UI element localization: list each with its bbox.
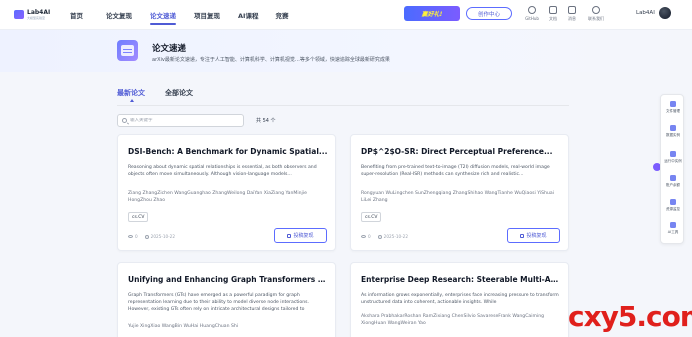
paper-title[interactable]: DP$^2$O-SR: Direct Perceptual Preference…	[361, 147, 561, 156]
paper-authors: Yujie XingXiao WangBin WuHai HuangChuan …	[128, 324, 239, 329]
toolbar-item-running-instances[interactable]: 运行中实例	[661, 151, 685, 171]
ai-tool-icon	[670, 222, 676, 228]
paper-category-tag[interactable]: cs.CV	[361, 212, 382, 222]
tab-all-papers[interactable]: 全部论文	[165, 88, 193, 98]
creator-center-button[interactable]: 创作中心	[466, 7, 512, 20]
paper-meta: 0 2025-10-22	[361, 234, 408, 239]
publish-date: 2025-10-22	[383, 234, 409, 239]
nav-item-paper-reproduction[interactable]: 论文复现	[106, 0, 132, 30]
contribute-label: 投稿复现	[293, 233, 314, 239]
paper-abstract: Graph Transformers (GTs) have emerged as…	[128, 293, 310, 312]
paper-abstract: Benefiting from pre-trained text-to-imag…	[361, 165, 550, 177]
nav-item-paper-express[interactable]: 论文速递	[150, 0, 176, 30]
paper-card[interactable]: Enterprise Deep Research: Steerable Mult…	[350, 262, 569, 337]
result-count: 共 54 个	[256, 118, 276, 124]
contact-label: 联系我们	[588, 16, 604, 21]
tab-divider	[117, 105, 569, 106]
message-icon	[568, 6, 576, 14]
submit-icon	[520, 233, 525, 238]
site-watermark: cxy5.com	[568, 300, 692, 333]
toolbar-item-ai-tools[interactable]: AI工具	[661, 222, 685, 242]
database-icon	[670, 125, 676, 131]
monitor-icon	[670, 199, 676, 205]
paper-tabs: 最新论文 全部论文	[117, 88, 213, 102]
eye-icon	[361, 235, 366, 238]
search-icon	[122, 118, 127, 123]
toolbar-item-resource-monitor[interactable]: 资源监控	[661, 199, 685, 219]
clock-icon	[144, 234, 149, 239]
paper-abstract: As information grows exponentially, ente…	[361, 293, 559, 305]
contribute-label: 投稿复现	[526, 233, 547, 239]
toolbar-item-label: 资源监控	[666, 207, 680, 211]
clock-icon	[377, 234, 382, 239]
page-header-band	[0, 30, 692, 72]
paper-title[interactable]: Unifying and Enhancing Graph Transformer…	[128, 275, 328, 284]
main-nav: 首页 论文复现 论文速递 项目复现 AI课程 竞赛	[70, 0, 288, 30]
github-label: GitHub	[525, 16, 539, 21]
messages-link[interactable]: 消息	[562, 6, 582, 24]
paper-authors: Akshara PrabhakarRoshan RamZixiang ChenS…	[361, 314, 545, 326]
contribute-reproduction-button[interactable]: 投稿复现	[274, 228, 327, 243]
floating-toolbar: 文件管理 数据实例 运行中实例 账户余额 资源监控 AI工具	[660, 94, 684, 244]
paper-authors: Rongyuan WuLingchen SunZhengqiang ZhangS…	[361, 191, 555, 203]
tab-latest-papers[interactable]: 最新论文	[117, 88, 145, 102]
eye-icon	[128, 235, 133, 238]
paper-abstract: Reasoning about dynamic spatial relation…	[128, 165, 317, 177]
page-title: 论文速递	[152, 44, 187, 54]
paper-authors: Ziang ZhangZichen WangGuanghao ZhangWeil…	[128, 191, 307, 203]
toolbar-item-label: 文件管理	[666, 109, 680, 113]
github-icon	[528, 6, 536, 14]
view-count: 0	[368, 234, 371, 239]
logo-subtitle: 大模型实验室	[27, 15, 46, 20]
wallet-icon	[670, 175, 676, 181]
search-box[interactable]	[117, 114, 244, 127]
logo-mark-icon	[14, 10, 24, 19]
messages-label: 消息	[568, 16, 576, 21]
contact-link[interactable]: 联系我们	[586, 6, 606, 24]
app-logo[interactable]: Lab4AI 大模型实验室	[14, 8, 60, 20]
toolbar-item-file-management[interactable]: 文件管理	[661, 101, 685, 121]
paper-meta: 0 2025-10-22	[128, 234, 175, 239]
docs-link[interactable]: 文档	[543, 6, 563, 24]
paper-card[interactable]: Unifying and Enhancing Graph Transformer…	[117, 262, 336, 337]
nav-item-competition[interactable]: 竞赛	[275, 0, 288, 30]
avatar[interactable]	[659, 7, 671, 19]
server-icon	[670, 151, 676, 157]
toolbar-item-label: 运行中实例	[664, 159, 682, 163]
view-count: 0	[135, 234, 138, 239]
paper-category-tag[interactable]: cs.CV	[128, 212, 149, 222]
contact-icon	[592, 6, 600, 14]
paper-title[interactable]: DSI-Bench: A Benchmark for Dynamic Spati…	[128, 147, 328, 156]
docs-icon	[549, 6, 557, 14]
promo-banner[interactable]: 赢好礼!	[404, 6, 460, 21]
logo-name: Lab4AI	[27, 8, 51, 16]
toolbar-item-label: 数据实例	[666, 133, 680, 137]
toolbar-item-label: 账户余额	[666, 183, 680, 187]
toolbar-item-account-balance[interactable]: 账户余额	[661, 175, 685, 195]
toolbar-item-data-instances[interactable]: 数据实例	[661, 125, 685, 145]
contribute-reproduction-button[interactable]: 投稿复现	[507, 228, 560, 243]
toolbar-item-label: AI工具	[667, 230, 679, 234]
folder-icon	[670, 101, 676, 107]
paper-card[interactable]: DP$^2$O-SR: Direct Perceptual Preference…	[350, 134, 569, 251]
paper-express-icon	[117, 40, 138, 61]
page-description: arXiv最新论文速递，专注于人工智能、计算机科学、计算机视觉…等多个领域，快速…	[152, 57, 390, 63]
search-input[interactable]	[130, 118, 240, 123]
paper-title[interactable]: Enterprise Deep Research: Steerable Mult…	[361, 275, 561, 284]
publish-date: 2025-10-22	[150, 234, 176, 239]
paper-card[interactable]: DSI-Bench: A Benchmark for Dynamic Spati…	[117, 134, 336, 251]
docs-label: 文档	[549, 16, 557, 21]
nav-item-home[interactable]: 首页	[70, 0, 83, 30]
nav-item-project-reproduction[interactable]: 项目复现	[194, 0, 220, 30]
nav-item-ai-course[interactable]: AI课程	[238, 0, 258, 30]
submit-icon	[287, 233, 292, 238]
user-name[interactable]: Lab4AI	[636, 10, 655, 16]
github-link[interactable]: GitHub	[522, 6, 542, 24]
